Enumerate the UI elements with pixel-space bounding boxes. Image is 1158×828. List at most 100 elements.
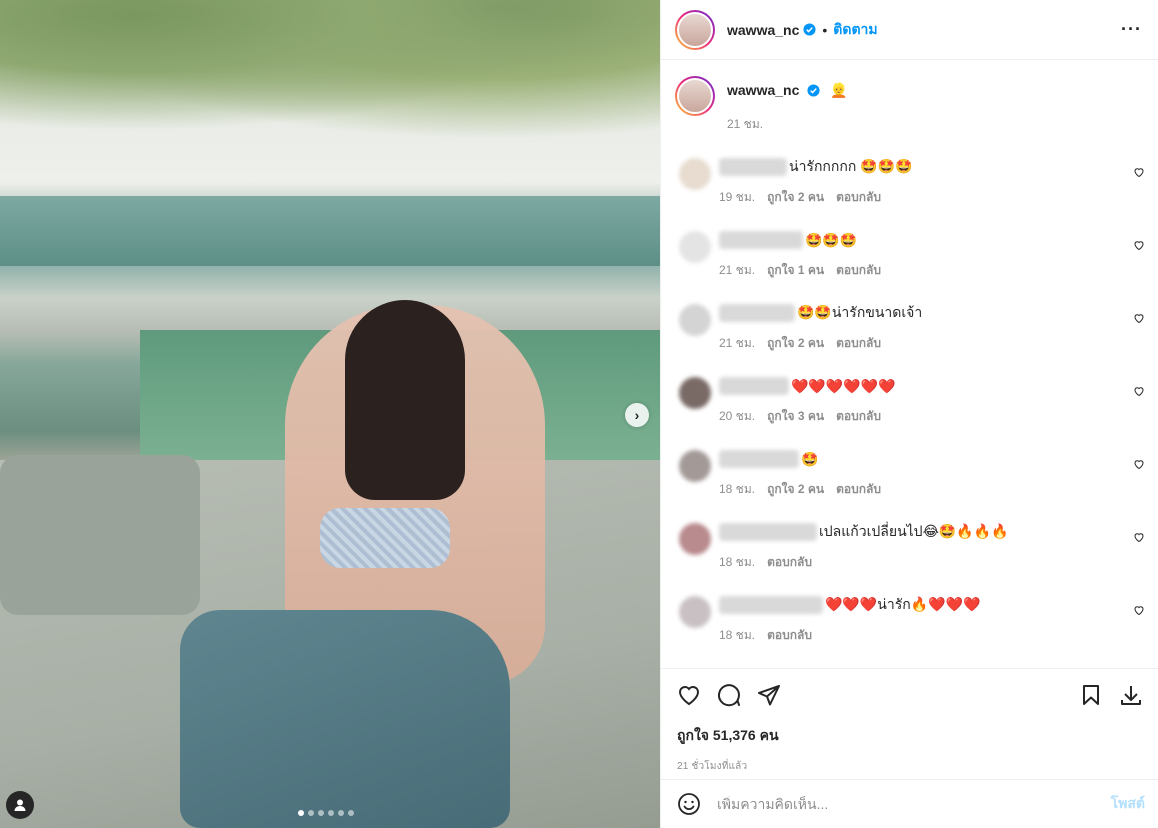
header-separator: • — [822, 21, 828, 38]
verified-badge-icon — [807, 84, 820, 97]
slide-dot — [328, 810, 334, 816]
comment-text: 🤩 — [801, 450, 819, 467]
heart-icon[interactable] — [1133, 385, 1145, 397]
avatar[interactable] — [679, 450, 711, 482]
comment-likes[interactable]: ถูกใจ 1 คน — [767, 261, 824, 280]
caption-time: 21 ชม. — [727, 117, 764, 131]
bookmark-icon — [1083, 685, 1099, 705]
comment-item: ❤️❤️❤️น่ารัก🔥❤️❤️❤️ 18 ชม. ตอบกลับ — [675, 592, 1145, 645]
photo-swimsuit — [320, 508, 450, 568]
chevron-right-icon: › — [634, 407, 640, 423]
comment-time[interactable]: 18 ชม. — [719, 553, 755, 572]
comment-text: ❤️❤️❤️❤️❤️❤️ — [791, 377, 896, 394]
posted-time[interactable]: 21 ชั่วโมงที่แล้ว — [677, 759, 1143, 774]
comment-item: 🤩 18 ชม. ถูกใจ 2 คน ตอบกลับ — [675, 446, 1145, 499]
avatar[interactable] — [679, 231, 711, 263]
user-icon — [14, 799, 26, 811]
post-side-panel: wawwa_nc • ติดตาม ··· wawwa_nc 👱 21 ชม. … — [660, 0, 1158, 828]
reply-button[interactable]: ตอบกลับ — [836, 480, 881, 499]
comment-item: ❤️❤️❤️❤️❤️❤️ 20 ชม. ถูกใจ 3 คน ตอบกลับ — [675, 373, 1145, 426]
slide-dot — [298, 810, 304, 816]
comment-icon — [718, 684, 740, 707]
avatar[interactable] — [679, 377, 711, 409]
comment-username-redacted[interactable] — [719, 523, 817, 541]
reply-button[interactable]: ตอบกลับ — [767, 553, 812, 572]
post-caption: wawwa_nc 👱 21 ชม. — [675, 76, 1145, 134]
comment-time[interactable]: 18 ชม. — [719, 480, 755, 499]
comment-username-redacted[interactable] — [719, 596, 823, 614]
photo-cushion — [0, 455, 200, 615]
download-icon — [1121, 686, 1141, 705]
caption-username[interactable]: wawwa_nc — [727, 82, 799, 98]
next-slide-button[interactable]: › — [625, 403, 649, 427]
comment-item: 🤩🤩🤩 21 ชม. ถูกใจ 1 คน ตอบกลับ — [675, 227, 1145, 280]
comment-time[interactable]: 21 ชม. — [719, 261, 755, 280]
share-button[interactable] — [757, 683, 781, 707]
heart-icon[interactable] — [1133, 458, 1145, 470]
like-button[interactable] — [677, 683, 701, 707]
reply-button[interactable]: ตอบกลับ — [836, 334, 881, 353]
comment-item: เปลแก้วเปลี่ยนไป😂🤩🔥🔥🔥 18 ชม. ตอบกลับ — [675, 519, 1145, 572]
download-button[interactable] — [1119, 683, 1143, 707]
slide-dot — [348, 810, 354, 816]
reply-button[interactable]: ตอบกลับ — [836, 188, 881, 207]
comments-list[interactable]: wawwa_nc 👱 21 ชม. น่ารักกกกก 🤩🤩🤩 19 ชม. … — [661, 60, 1158, 668]
avatar[interactable] — [679, 523, 711, 555]
comment-text: 🤩🤩น่ารักขนาดเจ้า — [797, 304, 923, 320]
likes-count[interactable]: ถูกใจ 51,376 คน — [677, 725, 1143, 747]
emoji-icon[interactable] — [677, 792, 701, 816]
comment-likes[interactable]: ถูกใจ 3 คน — [767, 407, 824, 426]
more-options-icon[interactable]: ··· — [1121, 19, 1142, 40]
verified-badge-icon — [803, 23, 816, 36]
comment-username-redacted[interactable] — [719, 231, 803, 249]
comment-time[interactable]: 20 ชม. — [719, 407, 755, 426]
comment-likes[interactable]: ถูกใจ 2 คน — [767, 480, 824, 499]
comment-time[interactable]: 21 ชม. — [719, 334, 755, 353]
photo-tree-canopy — [0, 0, 660, 150]
comment-time[interactable]: 19 ชม. — [719, 188, 755, 207]
heart-icon[interactable] — [1133, 531, 1145, 543]
comment-likes[interactable]: ถูกใจ 2 คน — [767, 188, 824, 207]
save-button[interactable] — [1079, 683, 1103, 707]
avatar[interactable] — [675, 76, 715, 116]
comment-text: 🤩🤩🤩 — [805, 231, 858, 248]
reply-button[interactable]: ตอบกลับ — [836, 261, 881, 280]
post-media[interactable]: › — [0, 0, 660, 828]
post-header: wawwa_nc • ติดตาม ··· — [661, 0, 1158, 60]
comment-username-redacted[interactable] — [719, 304, 795, 322]
header-username[interactable]: wawwa_nc — [727, 22, 799, 38]
heart-icon[interactable] — [1133, 312, 1145, 324]
comment-time[interactable]: 18 ชม. — [719, 626, 755, 645]
reply-button[interactable]: ตอบกลับ — [767, 626, 812, 645]
comment-username-redacted[interactable] — [719, 158, 787, 176]
slide-dot — [338, 810, 344, 816]
comment-likes[interactable]: ถูกใจ 2 คน — [767, 334, 824, 353]
post-dialog: › wawwa_nc • ติดตาม ··· wawwa_nc 👱 21 ชม… — [0, 0, 1158, 828]
follow-button[interactable]: ติดตาม — [833, 19, 877, 41]
comment-username-redacted[interactable] — [719, 450, 799, 468]
add-comment-bar: โพสต์ — [661, 779, 1158, 828]
heart-icon[interactable] — [1133, 239, 1145, 251]
avatar[interactable] — [679, 596, 711, 628]
photo-towel — [180, 610, 510, 828]
avatar[interactable] — [679, 304, 711, 336]
send-icon — [758, 685, 780, 706]
post-actions-section: ถูกใจ 51,376 คน 21 ชั่วโมงที่แล้ว — [661, 668, 1158, 774]
reply-button[interactable]: ตอบกลับ — [836, 407, 881, 426]
avatar[interactable] — [675, 9, 715, 50]
comment-username-redacted[interactable] — [719, 377, 789, 395]
heart-icon[interactable] — [1133, 166, 1145, 178]
comment-text: เปลแก้วเปลี่ยนไป😂🤩🔥🔥🔥 — [819, 523, 1009, 539]
heart-icon[interactable] — [1133, 604, 1145, 616]
slide-indicator — [298, 810, 354, 816]
caption-text: 👱 — [830, 82, 848, 98]
comment-button[interactable] — [717, 683, 741, 707]
avatar[interactable] — [679, 158, 711, 190]
comment-item: น่ารักกกกก 🤩🤩🤩 19 ชม. ถูกใจ 2 คน ตอบกลับ — [675, 154, 1145, 207]
post-comment-button[interactable]: โพสต์ — [1111, 793, 1145, 815]
comment-item: 🤩🤩น่ารักขนาดเจ้า 21 ชม. ถูกใจ 2 คน ตอบกล… — [675, 300, 1145, 353]
comment-input[interactable] — [717, 796, 1111, 812]
action-bar — [677, 669, 1143, 721]
photo-hair — [345, 300, 465, 500]
tagged-users-button[interactable] — [6, 791, 34, 819]
